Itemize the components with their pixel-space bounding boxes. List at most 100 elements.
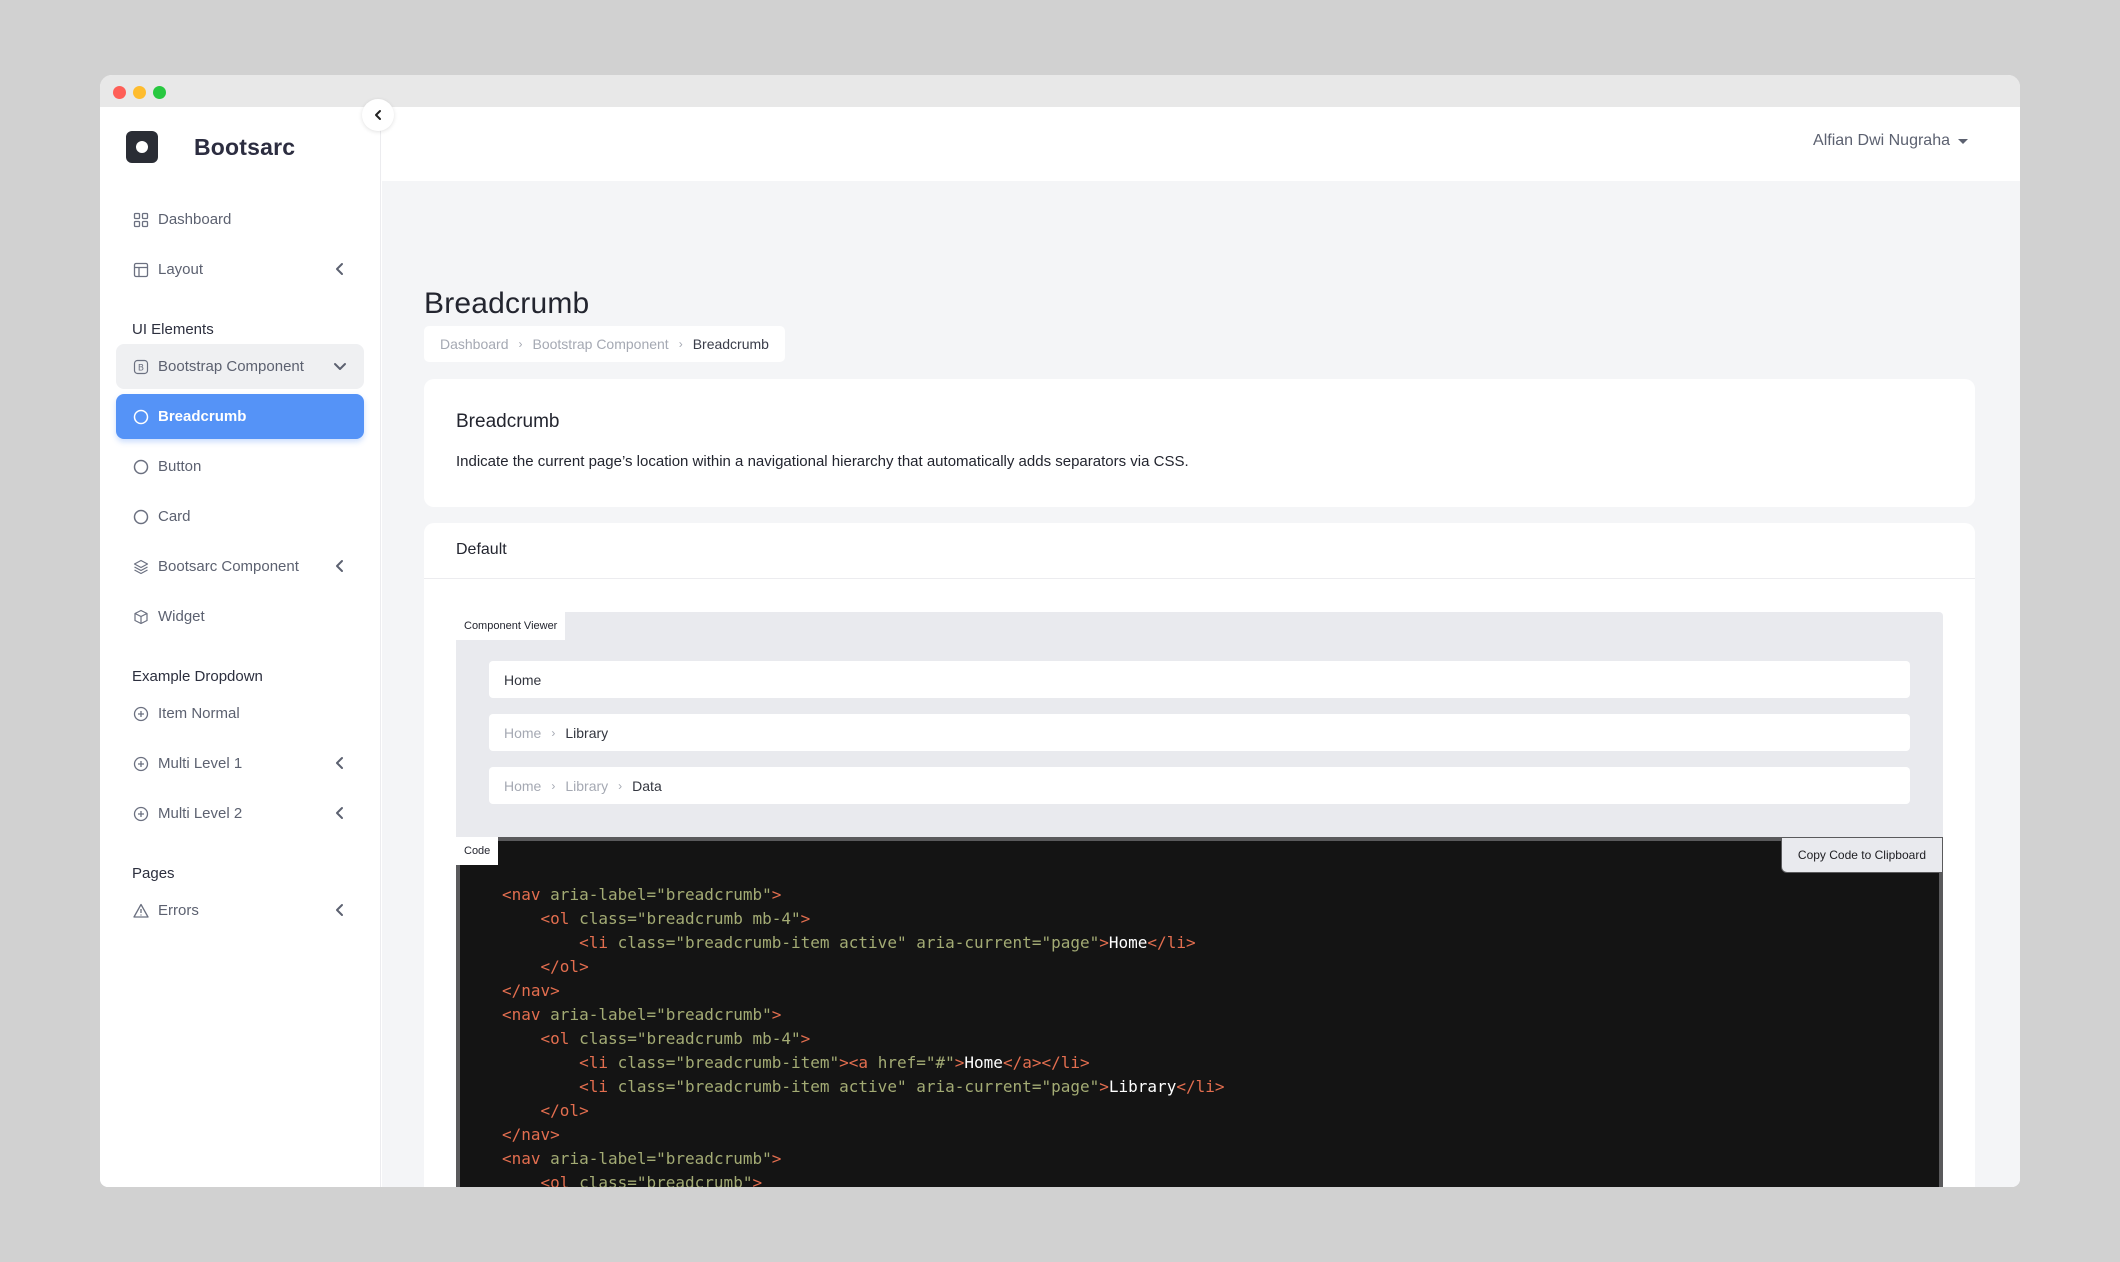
warning-icon	[132, 902, 150, 920]
sidebar-item-widget[interactable]: Widget	[116, 594, 364, 639]
chevron-right-icon: ›	[551, 725, 556, 740]
demo-breadcrumb-item-home[interactable]: Home	[504, 778, 541, 794]
sidebar-item-label: Widget	[158, 608, 205, 625]
sidebar-heading-ui-elements: UI Elements	[132, 321, 214, 338]
grid-icon	[132, 211, 150, 229]
code-line: <ol class="breadcrumb mb-4">	[540, 1029, 811, 1048]
demo-breadcrumb-item-home[interactable]: Home	[504, 725, 541, 741]
chevron-left-icon	[332, 902, 348, 918]
caret-down-icon	[1958, 138, 1968, 144]
demo-breadcrumb-2: Home › Library	[489, 714, 1910, 751]
topbar: Alfian Dwi Nugraha	[382, 107, 2020, 181]
sidebar-item-layout[interactable]: Layout	[116, 247, 364, 292]
code-line: <li class="breadcrumb-item active" aria-…	[579, 1077, 1225, 1096]
chevron-right-icon: ›	[618, 778, 623, 793]
sidebar-item-label: Multi Level 1	[158, 755, 243, 772]
demo-breadcrumb-item-home: Home	[504, 671, 542, 688]
intro-card: Breadcrumb Indicate the current page’s l…	[424, 379, 1975, 507]
sidebar-item-label: Errors	[158, 902, 199, 919]
layout-icon	[132, 261, 150, 279]
code-line: </nav>	[502, 1125, 560, 1144]
page-breadcrumb-item-bootstrap-component[interactable]: Bootstrap Component	[533, 336, 669, 352]
brand-name: Bootsarc	[194, 133, 296, 160]
sidebar-item-label: Button	[158, 458, 202, 475]
chevron-down-icon	[332, 358, 348, 374]
page-breadcrumb: Dashboard › Bootstrap Component › Breadcrumb	[424, 326, 785, 362]
demo-breadcrumb-item-library: Library	[565, 724, 609, 741]
intro-card-title: Breadcrumb	[456, 411, 560, 432]
code-content: <nav aria-label="breadcrumb"> <ol class=…	[502, 883, 1225, 1187]
sidebar-nav: Dashboard Layout UI Elements B Bootstrap Com…	[116, 197, 364, 938]
minimize-window-button[interactable]	[133, 86, 146, 99]
code-line: </nav>	[502, 981, 560, 1000]
plus-circle-icon	[132, 755, 150, 773]
sidebar-item-label: Item Normal	[158, 705, 240, 722]
circle-icon	[132, 408, 150, 426]
sidebar-item-label: Multi Level 2	[158, 805, 243, 822]
demo-breadcrumb-item-data: Data	[632, 777, 662, 794]
sidebar-item-label: Bootsarc Component	[158, 558, 299, 575]
code-line: <ol class="breadcrumb">	[540, 1173, 763, 1187]
sidebar-item-item-normal[interactable]: Item Normal	[116, 691, 364, 736]
chevron-left-icon	[332, 805, 348, 821]
intro-card-description: Indicate the current page’s location wit…	[456, 453, 1189, 470]
code-line: </ol>	[540, 957, 589, 976]
code-line: </ol>	[540, 1101, 589, 1120]
sidebar-item-button[interactable]: Button	[116, 444, 364, 489]
sidebar-item-bootsarc-component[interactable]: Bootsarc Component	[116, 544, 364, 589]
sidebar: Bootsarc Dashboard Layout UI Elements B Boot…	[100, 107, 381, 1187]
page-breadcrumb-item-dashboard[interactable]: Dashboard	[440, 336, 509, 352]
sidebar-item-errors[interactable]: Errors	[116, 888, 364, 933]
brand[interactable]: Bootsarc	[126, 129, 295, 165]
code-line: <nav aria-label="breadcrumb">	[502, 885, 782, 904]
sidebar-item-multi-level-2[interactable]: Multi Level 2	[116, 791, 364, 836]
close-window-button[interactable]	[113, 86, 126, 99]
layers-icon	[132, 558, 150, 576]
app-window: Bootsarc Dashboard Layout UI Elements B Boot…	[100, 75, 2020, 1187]
code-label: Code	[456, 837, 499, 865]
zoom-window-button[interactable]	[153, 86, 166, 99]
sidebar-item-multi-level-1[interactable]: Multi Level 1	[116, 741, 364, 786]
svg-text:B: B	[138, 363, 144, 373]
sidebar-heading-example-dropdown: Example Dropdown	[132, 668, 263, 685]
demo-breadcrumb-1: Home	[489, 661, 1910, 698]
chevron-right-icon: ›	[551, 778, 556, 793]
main-content: Breadcrumb Dashboard › Bootstrap Component…	[382, 181, 2020, 1187]
code-line: <li class="breadcrumb-item"><a href="#">…	[579, 1053, 1090, 1072]
example-card-title: Default	[456, 541, 507, 558]
user-menu-dropdown[interactable]: Alfian Dwi Nugraha	[1813, 132, 1968, 150]
page-breadcrumb-item-breadcrumb: Breadcrumb	[692, 336, 769, 352]
circle-icon	[132, 508, 150, 526]
copy-code-button[interactable]: Copy Code to Clipboard	[1780, 837, 1943, 873]
sidebar-heading-pages: Pages	[132, 865, 175, 882]
example-card: Default Component Viewer Home Home › Libra…	[424, 523, 1975, 1187]
sidebar-item-label: Bootstrap Component	[158, 358, 304, 375]
component-viewer: Component Viewer Home Home › Library Home ›…	[456, 612, 1943, 837]
sidebar-item-breadcrumb[interactable]: Breadcrumb	[116, 394, 364, 439]
chevron-right-icon: ›	[678, 337, 683, 351]
example-card-header: Default	[424, 523, 1975, 579]
chevron-left-icon	[332, 755, 348, 771]
sidebar-item-card[interactable]: Card	[116, 494, 364, 539]
box-icon	[132, 608, 150, 626]
code-line: <ol class="breadcrumb mb-4">	[540, 909, 811, 928]
sidebar-collapse-button[interactable]	[362, 99, 394, 131]
sidebar-item-label: Breadcrumb	[158, 408, 247, 425]
code-block: Code Copy Code to Clipboard <nav aria-la…	[456, 837, 1943, 1187]
plus-circle-icon	[132, 805, 150, 823]
sidebar-item-label: Card	[158, 508, 191, 525]
chevron-left-icon	[332, 558, 348, 574]
circle-icon	[132, 458, 150, 476]
sidebar-item-bootstrap-component[interactable]: B Bootstrap Component	[116, 344, 364, 389]
chevron-left-icon	[375, 110, 381, 120]
demo-breadcrumb-3: Home › Library › Data	[489, 767, 1910, 804]
bootstrap-icon: B	[132, 358, 150, 376]
chevron-left-icon	[332, 261, 348, 277]
user-name: Alfian Dwi Nugraha	[1813, 132, 1950, 149]
sidebar-item-dashboard[interactable]: Dashboard	[116, 197, 364, 242]
code-line: <nav aria-label="breadcrumb">	[502, 1005, 782, 1024]
code-line: <li class="breadcrumb-item active" aria-…	[579, 933, 1196, 952]
demo-breadcrumb-item-library[interactable]: Library	[565, 778, 608, 794]
code-line: <nav aria-label="breadcrumb">	[502, 1149, 782, 1168]
sidebar-item-label: Layout	[158, 261, 204, 278]
